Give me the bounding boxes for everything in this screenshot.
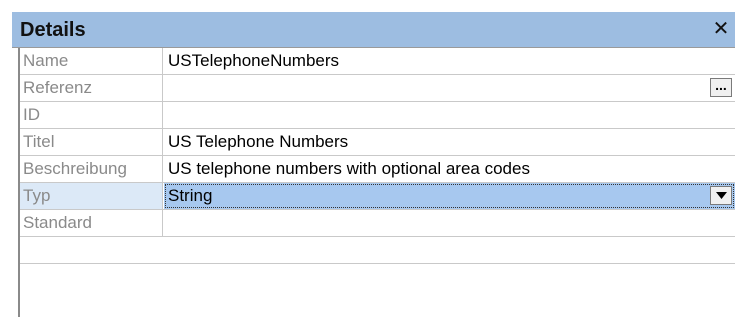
property-row-referenz[interactable]: Referenz ...	[20, 75, 735, 102]
panel-title: Details	[20, 19, 86, 41]
property-row-titel[interactable]: Titel US Telephone Numbers	[20, 129, 735, 156]
beschreibung-field[interactable]: US telephone numbers with optional area …	[164, 156, 735, 182]
standard-field[interactable]	[164, 210, 735, 236]
ellipsis-button-label: ...	[715, 77, 727, 93]
grid-empty-area	[20, 264, 735, 317]
referenz-field[interactable]: ...	[164, 75, 735, 101]
property-label-empty	[20, 237, 163, 263]
ellipsis-icon[interactable]: ...	[710, 78, 732, 97]
titel-field[interactable]: US Telephone Numbers	[164, 129, 735, 155]
property-row-standard[interactable]: Standard	[20, 210, 735, 237]
property-row-id[interactable]: ID	[20, 102, 735, 129]
property-row-beschreibung[interactable]: Beschreibung US telephone numbers with o…	[20, 156, 735, 183]
chevron-down-icon	[716, 192, 727, 199]
panel-titlebar: Details ✕	[12, 12, 735, 48]
property-label: Standard	[20, 210, 163, 236]
property-row-typ[interactable]: Typ String	[20, 183, 735, 210]
dropdown-arrow-icon[interactable]	[710, 186, 732, 205]
property-label: ID	[20, 102, 163, 128]
property-label: Titel	[20, 129, 163, 155]
close-icon[interactable]: ✕	[711, 18, 731, 40]
typ-selected-value: String	[168, 186, 213, 205]
details-panel: Details ✕ Name USTelephoneNumbers Refere…	[12, 12, 735, 317]
property-label: Typ	[20, 183, 163, 209]
typ-select[interactable]: String	[164, 183, 735, 209]
property-grid: Name USTelephoneNumbers Referenz ... ID …	[18, 48, 735, 317]
property-row-empty	[20, 237, 735, 264]
property-label: Name	[20, 48, 163, 74]
property-row-name[interactable]: Name USTelephoneNumbers	[20, 48, 735, 75]
property-label: Referenz	[20, 75, 163, 101]
id-field[interactable]	[164, 102, 735, 128]
name-field[interactable]: USTelephoneNumbers	[164, 48, 735, 74]
property-label: Beschreibung	[20, 156, 163, 182]
